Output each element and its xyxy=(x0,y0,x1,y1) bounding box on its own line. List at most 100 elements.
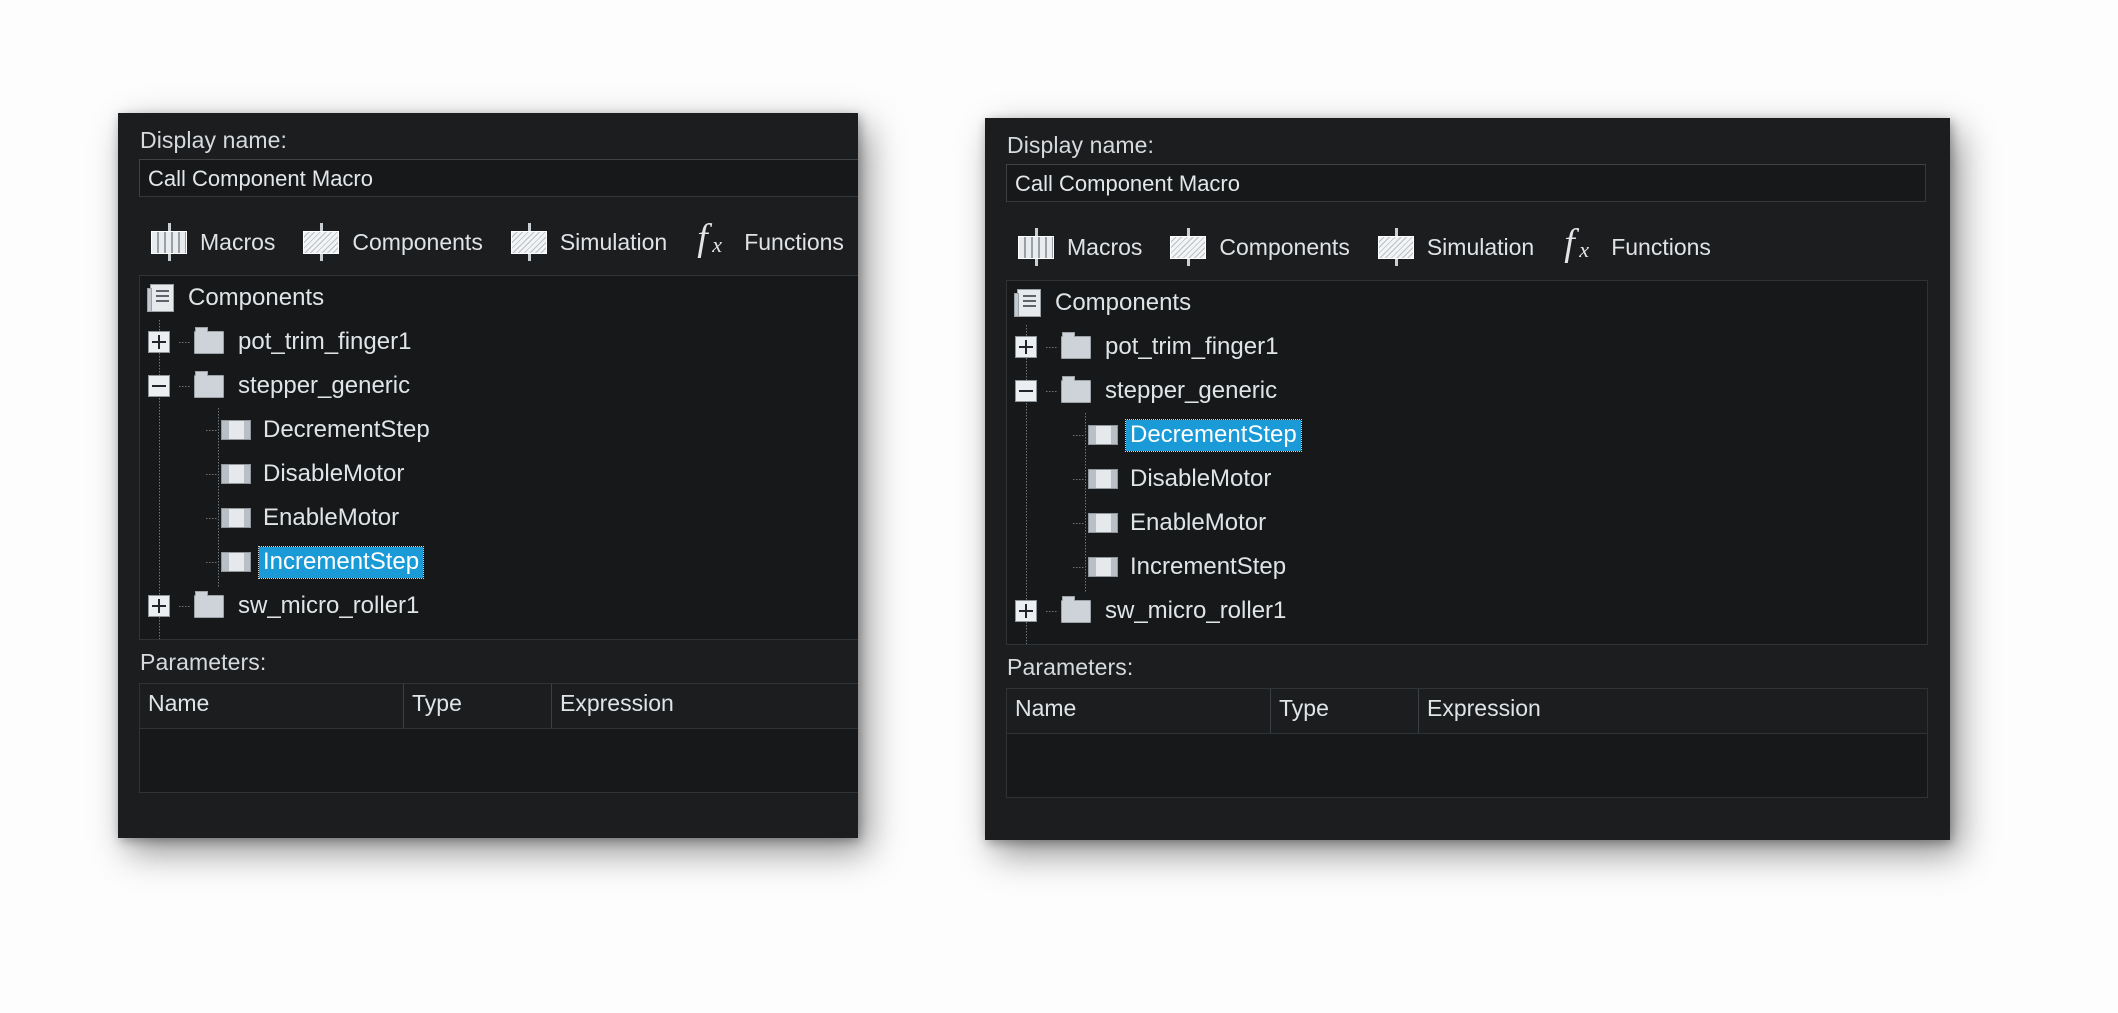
dialog-content-left: Display name: Call Component Macro Macro… xyxy=(118,113,858,838)
tree-item-disablemotor[interactable]: DisableMotor xyxy=(140,452,858,496)
folder-icon xyxy=(194,590,224,618)
component-bars-icon xyxy=(1016,228,1056,266)
folder-icon xyxy=(1061,375,1091,403)
column-header-name[interactable]: Name xyxy=(1007,689,1271,733)
tab-simulation[interactable]: Simulation xyxy=(499,219,683,265)
tree-item-label: DisableMotor xyxy=(1130,464,1272,492)
tree-item-decrementstep[interactable]: DecrementStep xyxy=(1007,413,1927,457)
column-header-type[interactable]: Type xyxy=(1271,689,1419,733)
tree-root-components[interactable]: Components xyxy=(140,276,858,320)
tree-item-pot-trim-finger1[interactable]: pot_trim_finger1 xyxy=(1007,325,1927,369)
column-header-expression[interactable]: Expression xyxy=(1419,689,1927,733)
component-bars-icon xyxy=(149,223,189,261)
expander-minus-icon[interactable] xyxy=(1015,380,1037,402)
tree-connector xyxy=(179,341,191,343)
tree-item-decrementstep[interactable]: DecrementStep xyxy=(140,408,858,452)
expander-minus-icon[interactable] xyxy=(148,375,170,397)
column-header-name[interactable]: Name xyxy=(140,684,404,728)
display-name-label: Display name: xyxy=(1007,132,1155,158)
table-header-row: Name Type Expression xyxy=(1007,689,1927,734)
tree-connector xyxy=(179,605,191,607)
tree-connector xyxy=(206,473,218,475)
tree-item-label: pot_trim_finger1 xyxy=(238,327,412,355)
tab-components[interactable]: Components xyxy=(1158,224,1365,270)
tree-item-disablemotor[interactable]: DisableMotor xyxy=(1007,457,1927,501)
tree-item-incrementstep[interactable]: IncrementStep xyxy=(140,540,858,584)
dialog-panel-left: Display name: Call Component Macro Macro… xyxy=(118,113,858,838)
tree-connector xyxy=(206,429,218,431)
tree-connector xyxy=(206,517,218,519)
tree-root-components[interactable]: Components xyxy=(1007,281,1927,325)
component-tree-right[interactable]: Components pot_trim_finger1 stepper_gene… xyxy=(1006,280,1928,645)
tree-item-enablemotor[interactable]: EnableMotor xyxy=(1007,501,1927,545)
table-body-empty xyxy=(140,729,858,792)
document-icon xyxy=(1014,289,1041,317)
expander-plus-icon[interactable] xyxy=(148,331,170,353)
folder-icon xyxy=(1061,331,1091,359)
source-toolbar-right: Macros Components Simulation fx Function… xyxy=(1006,216,1950,278)
tree-item-label: DecrementStep xyxy=(1125,418,1302,452)
tree-item-stepper-generic[interactable]: stepper_generic xyxy=(1007,369,1927,413)
expander-plus-icon[interactable] xyxy=(1015,336,1037,358)
table-body-empty xyxy=(1007,734,1927,797)
tab-macros[interactable]: Macros xyxy=(139,219,291,265)
tree-item-stepper-generic[interactable]: stepper_generic xyxy=(140,364,858,408)
tree-item-incrementstep[interactable]: IncrementStep xyxy=(1007,545,1927,589)
component-hatch-icon xyxy=(1376,228,1416,266)
display-name-label: Display name: xyxy=(140,127,288,153)
display-name-input[interactable]: Call Component Macro xyxy=(139,159,858,197)
folder-icon xyxy=(1061,595,1091,623)
macro-icon xyxy=(221,508,251,528)
tree-item-label: EnableMotor xyxy=(263,503,400,531)
folder-icon xyxy=(194,370,224,398)
tab-functions[interactable]: fx Functions xyxy=(683,218,858,266)
tree-item-sw-micro-roller1[interactable]: sw_micro_roller1 xyxy=(1007,589,1927,633)
tree-item-enablemotor[interactable]: EnableMotor xyxy=(140,496,858,540)
macro-icon xyxy=(221,464,251,484)
tab-functions-label: Functions xyxy=(744,228,844,255)
tree-connector xyxy=(206,561,218,563)
tree-item-label: DisableMotor xyxy=(263,459,405,487)
column-header-type[interactable]: Type xyxy=(404,684,552,728)
tree-item-label: pot_trim_finger1 xyxy=(1105,332,1279,360)
component-tree-left[interactable]: Components pot_trim_finger1 stepper_gene… xyxy=(139,275,858,640)
tab-components[interactable]: Components xyxy=(291,219,498,265)
tree-connector xyxy=(1046,610,1058,612)
macro-icon xyxy=(221,420,251,440)
tree-connector xyxy=(1073,522,1085,524)
component-hatch-icon xyxy=(509,223,549,261)
tree-item-pot-trim-finger1[interactable]: pot_trim_finger1 xyxy=(140,320,858,364)
tab-macros[interactable]: Macros xyxy=(1006,224,1158,270)
tab-components-label: Components xyxy=(1219,233,1350,260)
expander-plus-icon[interactable] xyxy=(148,595,170,617)
display-name-input[interactable]: Call Component Macro xyxy=(1006,164,1926,202)
parameters-table-right[interactable]: Name Type Expression xyxy=(1006,688,1928,798)
tree-item-label: IncrementStep xyxy=(257,545,425,579)
tab-macros-label: Macros xyxy=(1067,233,1143,260)
tab-simulation[interactable]: Simulation xyxy=(1366,224,1550,270)
column-header-expression[interactable]: Expression xyxy=(552,684,858,728)
fx-icon: fx xyxy=(1564,222,1589,264)
tree-item-label: sw_micro_roller1 xyxy=(1105,596,1287,624)
tree-connector xyxy=(1073,434,1085,436)
display-name-value: Call Component Macro xyxy=(1015,171,1240,196)
tab-macros-label: Macros xyxy=(200,228,276,255)
tab-functions-label: Functions xyxy=(1611,233,1711,260)
component-hatch-icon xyxy=(301,223,341,261)
tree-item-label: stepper_generic xyxy=(238,371,411,399)
tree-connector xyxy=(1073,478,1085,480)
display-name-value: Call Component Macro xyxy=(148,166,373,191)
macro-icon xyxy=(1088,425,1118,445)
tab-functions[interactable]: fx Functions xyxy=(1550,223,1727,271)
macro-icon xyxy=(1088,513,1118,533)
tree-root-label: Components xyxy=(188,283,325,311)
parameters-table-left[interactable]: Name Type Expression xyxy=(139,683,858,793)
tree-item-sw-micro-roller1[interactable]: sw_micro_roller1 xyxy=(140,584,858,628)
expander-plus-icon[interactable] xyxy=(1015,600,1037,622)
macro-icon xyxy=(1088,469,1118,489)
macro-icon xyxy=(221,552,251,572)
dialog-content-right: Display name: Call Component Macro Macro… xyxy=(985,118,1950,840)
source-toolbar-left: Macros Components Simulation fx Function… xyxy=(139,211,858,273)
tree-item-label: sw_micro_roller1 xyxy=(238,591,420,619)
tree-item-label: stepper_generic xyxy=(1105,376,1278,404)
